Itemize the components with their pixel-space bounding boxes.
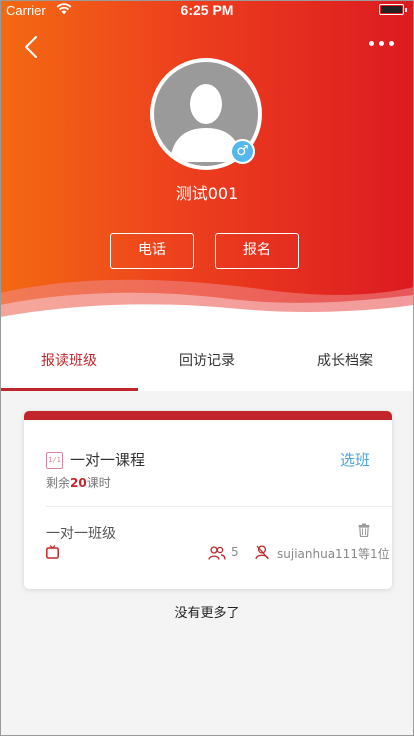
card-divider (46, 506, 392, 507)
tab-enrolled-classes[interactable]: 报读班级 (0, 335, 138, 391)
remaining-suffix: 课时 (86, 476, 111, 490)
course-title: 一对一课程 (70, 451, 146, 469)
status-bar: Carrier 6:25 PM (0, 0, 414, 20)
course-card: 1/1 一对一课程 选班 剩余20课时 一对一班级 5 sujianhua111… (24, 411, 392, 589)
students-count: 5 (231, 545, 239, 559)
user-name: 测试001 (175, 184, 239, 203)
tab-growth-archive[interactable]: 成长档案 (276, 335, 414, 391)
card-accent-bar (24, 411, 392, 420)
profile-tabs: 报读班级 回访记录 成长档案 (0, 335, 414, 391)
remaining-prefix: 剩余 (46, 476, 71, 490)
status-time: 6:25 PM (180, 2, 234, 18)
students-icon (208, 546, 226, 560)
back-button[interactable] (18, 32, 48, 62)
remaining-hours: 剩余20课时 (46, 474, 111, 491)
profile-header: Carrier 6:25 PM ♂ 测试001 电话 报名 (0, 0, 414, 335)
battery-icon (379, 4, 407, 15)
tv-icon (46, 545, 59, 559)
teacher-names: sujianhua111等1位 (277, 547, 390, 561)
tab-followup-records[interactable]: 回访记录 (138, 335, 276, 391)
header-wave-decoration (0, 279, 414, 335)
trash-icon[interactable] (358, 523, 370, 537)
male-gender-icon: ♂ (230, 139, 255, 164)
teacher-icon (255, 545, 269, 560)
call-button[interactable]: 电话 (110, 233, 194, 269)
more-options-button[interactable] (366, 34, 398, 54)
one-on-one-course-icon: 1/1 (46, 452, 63, 469)
signup-button[interactable]: 报名 (215, 233, 299, 269)
class-name: 一对一班级 (46, 526, 116, 542)
no-more-text: 没有更多了 (174, 606, 240, 621)
remaining-count: 20 (70, 476, 87, 490)
choose-class-button[interactable]: 选班 (340, 449, 370, 470)
